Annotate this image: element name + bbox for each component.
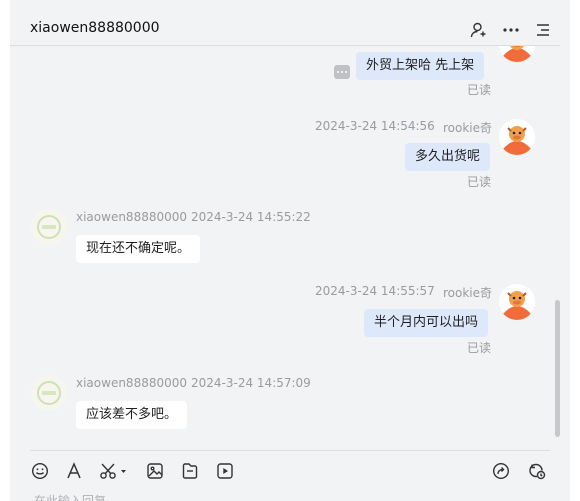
message-bubble[interactable]: 多久出货呢	[405, 143, 491, 171]
message-list: 外贸上架哈 先上架 已读 2024-3-24 14:54:56 rookie奇 …	[10, 46, 560, 450]
image-icon[interactable]	[143, 459, 167, 483]
scissors-icon[interactable]	[98, 459, 130, 483]
more-icon[interactable]	[500, 19, 522, 41]
composer-divider	[30, 450, 550, 451]
left-panel-edge	[0, 0, 10, 501]
right-panel-edge	[570, 0, 580, 501]
chat-window: xiaowen88880000 外贸上架哈 先上架 已读 2024-3-24 1…	[0, 0, 580, 501]
avatar[interactable]	[499, 119, 535, 155]
chat-header: xiaowen88880000	[10, 0, 560, 46]
read-status: 已读	[467, 341, 492, 355]
menu-icon[interactable]	[532, 19, 554, 41]
avatar[interactable]	[499, 46, 535, 62]
avatar[interactable]	[499, 284, 535, 320]
video-icon[interactable]	[213, 459, 237, 483]
header-actions	[468, 19, 554, 41]
read-status: 已读	[467, 175, 492, 189]
message-sender: xiaowen88880000	[76, 210, 188, 224]
message-bubble[interactable]: 应该差不多吧。	[76, 401, 188, 429]
share-icon[interactable]	[489, 459, 513, 483]
file-icon[interactable]	[178, 459, 202, 483]
read-status: 已读	[467, 83, 492, 97]
message-options-icon[interactable]	[334, 65, 350, 79]
message-bubble[interactable]: 外贸上架哈 先上架	[356, 52, 485, 80]
message-sender: rookie奇	[443, 286, 493, 300]
font-icon[interactable]	[62, 459, 86, 483]
message-time: 2024-3-24 14:55:22	[191, 210, 311, 224]
message-sender: xiaowen88880000	[76, 376, 188, 390]
message-input[interactable]: 在此输入回复	[34, 492, 106, 501]
scrollbar-thumb[interactable]	[555, 300, 560, 437]
composer-toolbar	[0, 455, 580, 487]
message-time: 2024-3-24 14:57:09	[191, 376, 311, 390]
message-bubble[interactable]: 半个月内可以出吗	[364, 309, 489, 337]
avatar[interactable]	[31, 209, 67, 245]
message-time: 2024-3-24 14:55:57	[315, 284, 435, 298]
emoji-icon[interactable]	[28, 459, 52, 483]
chat-title: xiaowen88880000	[30, 20, 160, 36]
history-icon[interactable]	[525, 459, 549, 483]
add-user-icon[interactable]	[468, 19, 490, 41]
message-time: 2024-3-24 14:54:56	[315, 119, 435, 133]
message-bubble[interactable]: 现在还不确定呢。	[76, 235, 201, 263]
avatar[interactable]	[31, 375, 67, 411]
message-sender: rookie奇	[443, 121, 493, 135]
